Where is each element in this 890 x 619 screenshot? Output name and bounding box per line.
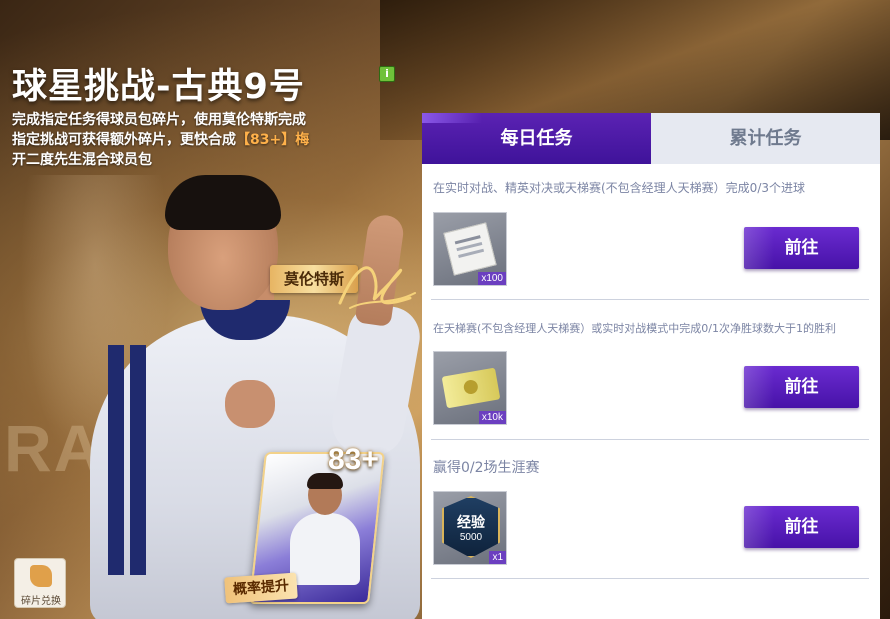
background-letters: RA — [4, 411, 104, 485]
exp-badge-title: 经验 — [457, 515, 485, 531]
task-reward: x100 — [433, 212, 507, 286]
fragment-exchange-label: 碎片兑换 — [21, 596, 61, 607]
description-line-2: 指定挑战可获得额外碎片，更快合成【83+】梅 — [12, 130, 392, 150]
probability-up-tag: 概率提升 — [224, 572, 298, 604]
description-line-1: 完成指定任务得球员包碎片，使用莫伦特斯完成 — [12, 112, 306, 128]
document-icon — [443, 222, 497, 276]
go-button[interactable]: 前往 — [744, 227, 859, 269]
tab-cumulative-tasks[interactable]: 累计任务 — [651, 113, 880, 164]
task-description: 在天梯赛(不包含经理人天梯赛）或实时对战模式中完成0/1次净胜球数大于1的胜利 — [433, 322, 836, 335]
ticket-icon — [441, 367, 501, 409]
signature-icon — [338, 266, 416, 309]
task-description: 在实时对战、精英对决或天梯赛(不包含经理人天梯赛）完成0/3个进球 — [433, 181, 805, 195]
task-reward: x10k — [433, 351, 507, 425]
exp-badge-value: 5000 — [459, 532, 483, 543]
description-highlight: 【83+】 — [236, 132, 296, 148]
go-button[interactable]: 前往 — [744, 366, 859, 408]
event-description: 完成指定任务得球员包碎片，使用莫伦特斯完成 指定挑战可获得额外碎片，更快合成【8… — [12, 110, 392, 170]
jersey-stripe — [130, 345, 146, 575]
go-button[interactable]: 前往 — [744, 506, 859, 548]
puzzle-icon — [30, 565, 52, 587]
tab-daily-tasks[interactable]: 每日任务 — [422, 113, 651, 164]
reward-quantity: x10k — [478, 411, 506, 424]
reward-quantity: x1 — [489, 551, 506, 564]
task-divider — [431, 578, 869, 579]
description-line-2-text: 指定挑战可获得额外碎片，更快合成 — [12, 132, 236, 148]
task-divider — [431, 299, 869, 300]
task-divider — [431, 439, 869, 440]
jersey-stripe — [108, 345, 124, 575]
fragment-exchange-button[interactable]: 碎片兑换 — [14, 558, 66, 608]
reward-quantity: x100 — [478, 272, 506, 285]
card-rating: 83+ — [328, 443, 379, 476]
task-reward: 经验 5000 x1 — [433, 491, 507, 565]
task-panel: 每日任务 累计任务 在实时对战、精英对决或天梯赛(不包含经理人天梯赛）完成0/3… — [422, 113, 880, 619]
info-icon[interactable]: i — [379, 66, 395, 82]
card-player-torso — [290, 513, 360, 585]
player-hair — [165, 175, 281, 230]
player-hand — [225, 380, 275, 428]
card-player-portrait — [290, 473, 360, 585]
description-line-3: 开二度先生混合球员包 — [12, 152, 152, 168]
event-title: 球星挑战-古典9号 — [12, 67, 305, 107]
task-description: 赢得0/2场生涯赛 — [433, 460, 540, 476]
description-tail: 梅 — [295, 132, 310, 148]
